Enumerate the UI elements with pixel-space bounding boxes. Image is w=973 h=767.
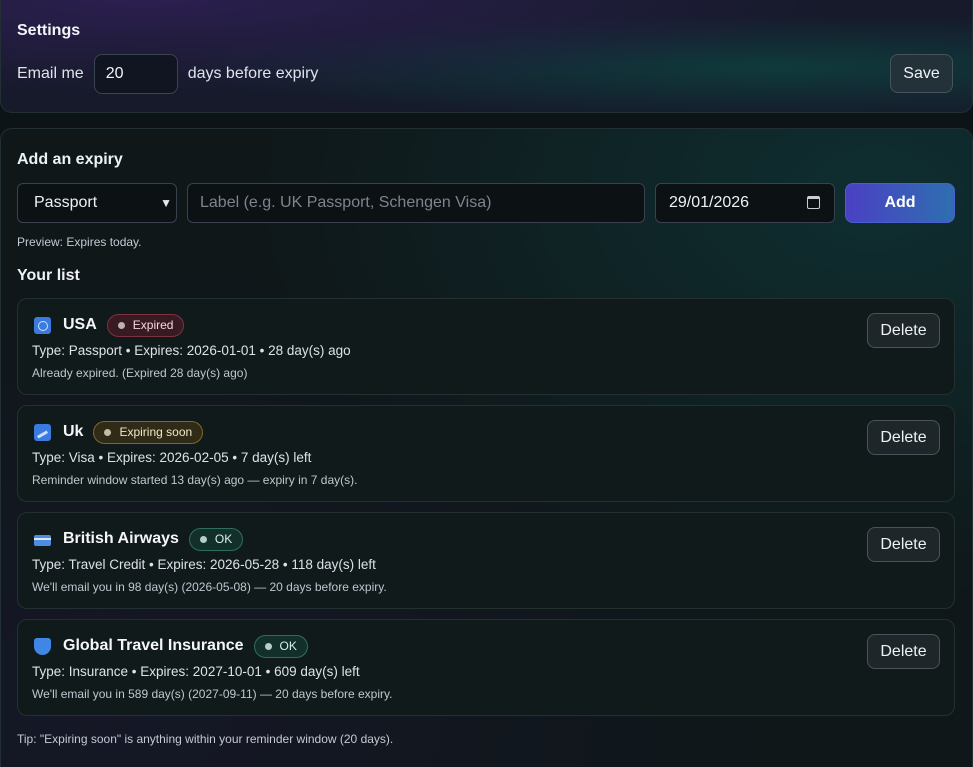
settings-title: Settings — [17, 22, 81, 39]
list-title: Your list — [17, 267, 80, 284]
item-note: Already expired. (Expired 28 day(s) ago) — [32, 366, 248, 380]
shield-icon — [34, 637, 51, 655]
item-name: British Airways — [63, 530, 179, 547]
list-item: Global Travel Insurance OK Type: Insuran… — [17, 619, 955, 716]
item-meta: Type: Visa • Expires: 2026-02-05 • 7 day… — [32, 450, 312, 465]
item-note: We'll email you in 589 day(s) (2027-09-1… — [32, 687, 393, 701]
list-item: USA Expired Type: Passport • Expires: 20… — [17, 298, 955, 395]
status-badge: Expired — [106, 313, 185, 337]
email-suffix-label: days before expiry — [187, 65, 319, 82]
email-prefix-label: Email me — [17, 65, 84, 82]
item-name: Uk — [63, 423, 84, 440]
status-dot-icon — [104, 428, 112, 436]
expiry-date-input[interactable]: 29/01/2026 — [655, 183, 835, 223]
list-item: British Airways OK Type: Travel Credit •… — [17, 512, 955, 609]
add-expiry-title: Add an expiry — [17, 151, 123, 168]
status-label: OK — [214, 532, 233, 546]
visa-icon — [34, 423, 51, 441]
item-meta: Type: Insurance • Expires: 2027-10-01 • … — [32, 664, 360, 679]
chevron-down-icon: ▼ — [160, 196, 172, 210]
status-label: Expired — [132, 318, 174, 332]
type-select-value: Passport — [34, 194, 98, 211]
item-name: Global Travel Insurance — [63, 637, 244, 654]
reminder-setting-row: Email me days before expiry — [17, 54, 318, 94]
settings-panel: Settings Email me days before expiry Sav… — [0, 0, 973, 113]
status-dot-icon — [264, 642, 272, 650]
reminder-days-input[interactable] — [93, 54, 178, 94]
delete-button[interactable]: Delete — [867, 634, 940, 669]
label-input[interactable] — [187, 183, 645, 223]
item-meta: Type: Travel Credit • Expires: 2026-05-2… — [32, 557, 376, 572]
list-item: Uk Expiring soon Type: Visa • Expires: 2… — [17, 405, 955, 502]
calendar-icon[interactable] — [807, 196, 820, 209]
status-dot-icon — [117, 321, 125, 329]
credit-card-icon — [34, 534, 51, 546]
status-badge: OK — [188, 527, 244, 551]
delete-button[interactable]: Delete — [867, 313, 940, 348]
save-button[interactable]: Save — [890, 54, 953, 93]
passport-icon — [34, 316, 51, 334]
status-label: Expiring soon — [119, 425, 193, 439]
item-note: Reminder window started 13 day(s) ago — … — [32, 473, 358, 487]
item-meta: Type: Passport • Expires: 2026-01-01 • 2… — [32, 343, 351, 358]
item-note: We'll email you in 98 day(s) (2026-05-08… — [32, 580, 387, 594]
status-badge: OK — [253, 634, 308, 658]
type-select[interactable]: Passport ▼ — [17, 183, 177, 223]
add-button[interactable]: Add — [845, 183, 955, 223]
item-name: USA — [63, 316, 97, 333]
delete-button[interactable]: Delete — [867, 527, 940, 562]
preview-text: Preview: Expires today. — [17, 235, 142, 249]
tip-text: Tip: "Expiring soon" is anything within … — [17, 732, 394, 746]
delete-button[interactable]: Delete — [867, 420, 940, 455]
status-badge: Expiring soon — [93, 420, 204, 444]
status-label: OK — [279, 639, 297, 653]
expiry-date-value: 29/01/2026 — [669, 194, 750, 211]
status-dot-icon — [199, 535, 207, 543]
expiry-panel: Add an expiry Passport ▼ 29/01/2026 Add … — [0, 128, 973, 767]
